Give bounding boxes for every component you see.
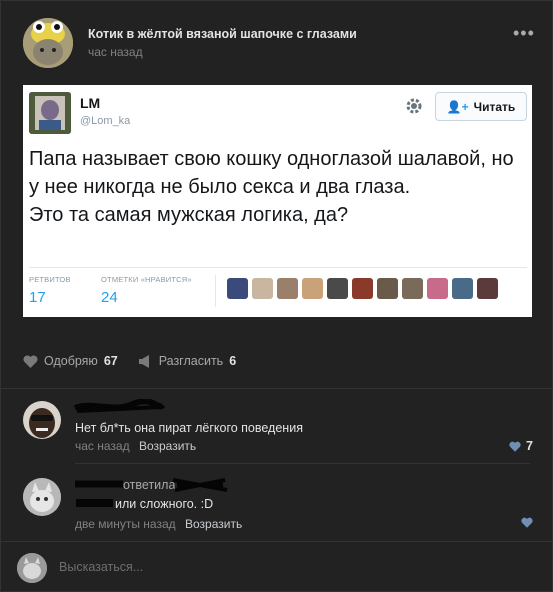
comment-like-button[interactable] [521,517,533,528]
share-count: 6 [229,354,237,368]
comment-meta: две минуты назад Возразить [75,517,242,531]
divider [75,463,530,464]
stats-separator [215,275,216,307]
heart-icon [521,517,533,528]
comment-like-button[interactable]: 7 [509,439,533,453]
liker-avatar [377,278,398,299]
reply-button[interactable]: Возразить [139,439,196,453]
liker-avatar [327,278,348,299]
post-card: Котик в жёлтой вязаной шапочке с глазами… [0,0,553,592]
heart-icon [23,354,38,368]
liker-avatar [452,278,473,299]
follow-label: Читать [473,99,516,114]
liker-avatar [402,278,423,299]
post-actions: Одобряю 67 Разгласить 6 [23,354,256,368]
tweet-image[interactable]: LM @Lom_ka 👤+ Читать Папа называет свою … [23,85,532,317]
liker-avatar [252,278,273,299]
retweets-stat: РЕТВИТОВ 17 [29,275,71,306]
likers-avatars [227,278,498,299]
tweet-stats-divider [29,267,527,268]
likes-stat: ОТМЕТКИ «НРАВИТСЯ» 24 [101,275,192,306]
redacted-name [172,478,228,492]
heart-icon [509,441,521,452]
gear-icon [403,95,425,117]
like-count: 67 [103,354,118,368]
comment-time[interactable]: две минуты назад [75,517,176,531]
comment-text: или сложного. :D [115,497,214,511]
post-time[interactable]: час назад [88,45,143,59]
share-button[interactable]: Разгласить 6 [138,354,236,368]
megaphone-icon [138,354,149,368]
reply-button[interactable]: Возразить [185,517,242,531]
comment-avatar[interactable] [23,478,61,516]
comment-meta: час назад Возразить [75,439,196,453]
liker-avatar [427,278,448,299]
retweets-label: РЕТВИТОВ [29,275,71,284]
liker-avatar [352,278,373,299]
follow-button: 👤+ Читать [435,92,527,121]
retweets-count: 17 [29,289,46,306]
share-label: Разгласить [158,354,224,368]
comment-avatar[interactable] [23,401,61,439]
tweet-author-name: LM [80,95,101,111]
redacted-word [76,499,113,507]
tweet-avatar [29,92,71,134]
comment-time[interactable]: час назад [75,439,130,453]
post-title[interactable]: Котик в жёлтой вязаной шапочке с глазами [88,27,357,41]
current-user-avatar [17,553,47,583]
liker-avatar [227,278,248,299]
tweet-text: Папа называет свою кошку одноглазой шала… [29,148,514,226]
comment-text: Нет бл*ть она пират лёгкого поведения [75,421,303,435]
redacted-name [75,480,123,488]
reply-to-text: ответила [123,478,176,492]
comment-input[interactable]: Высказаться... [59,560,143,574]
more-dots-icon[interactable]: ••• [513,23,535,44]
like-button[interactable]: Одобряю 67 [23,354,118,368]
tweet-author-handle: @Lom_ka [80,115,131,127]
likes-label: ОТМЕТКИ «НРАВИТСЯ» [101,275,192,284]
liker-avatar [277,278,298,299]
redacted-name [73,399,165,413]
divider [1,541,552,542]
like-label: Одобряю [44,354,98,368]
divider [1,388,552,389]
add-user-icon: 👤+ [446,99,469,114]
comment-like-count: 7 [526,439,533,453]
group-avatar[interactable] [23,18,73,68]
liker-avatar [477,278,498,299]
liker-avatar [302,278,323,299]
likes-count: 24 [101,289,118,306]
